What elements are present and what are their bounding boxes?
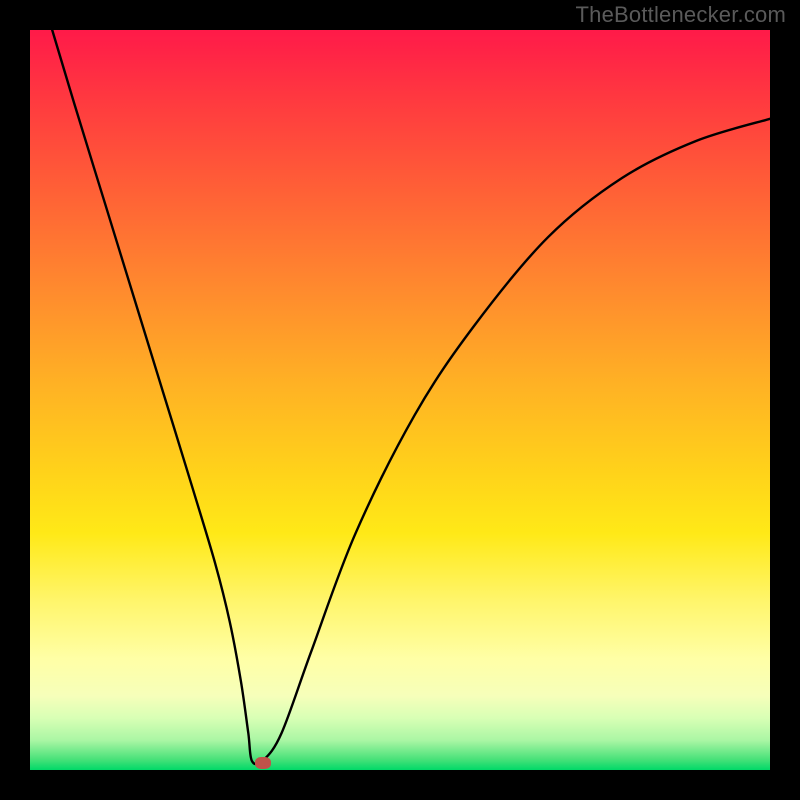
attribution-label: TheBottlenecker.com (576, 2, 786, 28)
bottleneck-curve-path (52, 30, 770, 764)
chart-frame: TheBottlenecker.com (0, 0, 800, 800)
curve-svg (30, 30, 770, 770)
optimum-marker (255, 757, 271, 769)
plot-area (30, 30, 770, 770)
